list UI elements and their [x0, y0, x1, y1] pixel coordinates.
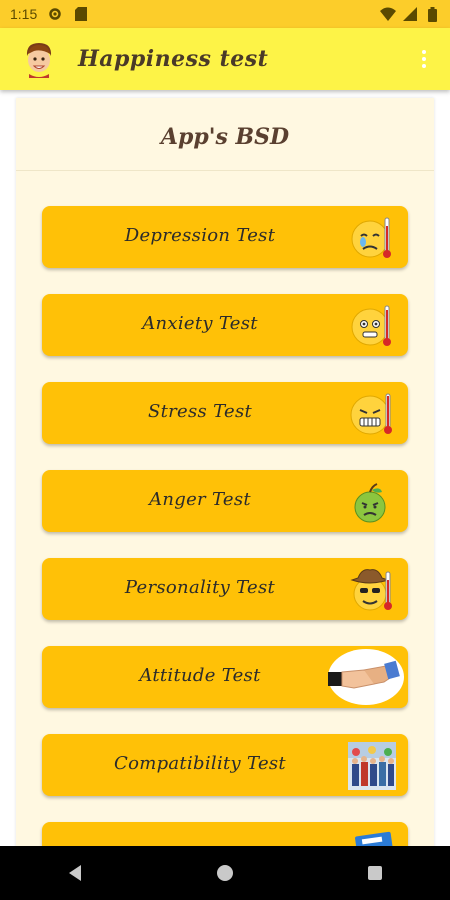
depression-test-button[interactable]: Depression Test: [42, 206, 408, 268]
test-label: Personality Test: [124, 577, 276, 598]
personality-test-button[interactable]: Personality Test: [42, 558, 408, 620]
overflow-menu-button[interactable]: [416, 44, 432, 74]
cowboy-emoji-icon: [348, 566, 396, 614]
more-test-button[interactable]: [42, 822, 408, 846]
settings-icon: [47, 6, 63, 22]
anger-test-button[interactable]: Anger Test: [42, 470, 408, 532]
group-photo-icon: [348, 742, 396, 790]
wifi-icon: [380, 6, 396, 22]
stressed-thermometer-emoji-icon: [348, 390, 396, 438]
back-button[interactable]: [55, 853, 95, 893]
angry-apple-icon: [348, 478, 396, 526]
home-button[interactable]: [205, 853, 245, 893]
handshake-icon: [324, 648, 404, 706]
dot: [422, 64, 426, 68]
anxiety-test-button[interactable]: Anxiety Test: [42, 294, 408, 356]
sd-card-icon: [73, 6, 89, 22]
test-label: Anxiety Test: [142, 313, 258, 334]
back-triangle-icon: [69, 865, 81, 881]
battery-icon: [424, 6, 440, 22]
dot: [422, 57, 426, 61]
divider: [16, 170, 434, 171]
app-title: Happiness test: [78, 46, 269, 72]
test-label: Attitude Test: [139, 665, 261, 686]
test-label: [42, 822, 358, 846]
sad-thermometer-emoji-icon: [348, 214, 396, 262]
anxious-thermometer-emoji-icon: [348, 302, 396, 350]
ticket-icon: [348, 830, 396, 846]
attitude-test-button[interactable]: Attitude Test: [42, 646, 408, 708]
home-circle-icon: [217, 865, 233, 881]
test-label: Depression Test: [124, 225, 276, 246]
status-bar: 1:15: [0, 0, 450, 28]
content-area[interactable]: App's BSD Depression Test Anxiety Test S…: [0, 90, 450, 846]
test-label: Compatibility Test: [114, 753, 286, 774]
tests-card: App's BSD Depression Test Anxiety Test S…: [16, 98, 434, 846]
test-label: Anger Test: [149, 489, 251, 510]
dot: [422, 50, 426, 54]
navigation-bar: [0, 846, 450, 900]
app-bar: Happiness test: [0, 28, 450, 90]
test-label: Stress Test: [147, 401, 253, 422]
compatibility-test-button[interactable]: Compatibility Test: [42, 734, 408, 796]
signal-icon: [402, 6, 418, 22]
avatar: [22, 40, 56, 78]
status-time: 1:15: [10, 6, 38, 22]
recents-button[interactable]: [355, 853, 395, 893]
recents-square-icon: [368, 866, 382, 880]
card-title: App's BSD: [160, 124, 290, 150]
stress-test-button[interactable]: Stress Test: [42, 382, 408, 444]
